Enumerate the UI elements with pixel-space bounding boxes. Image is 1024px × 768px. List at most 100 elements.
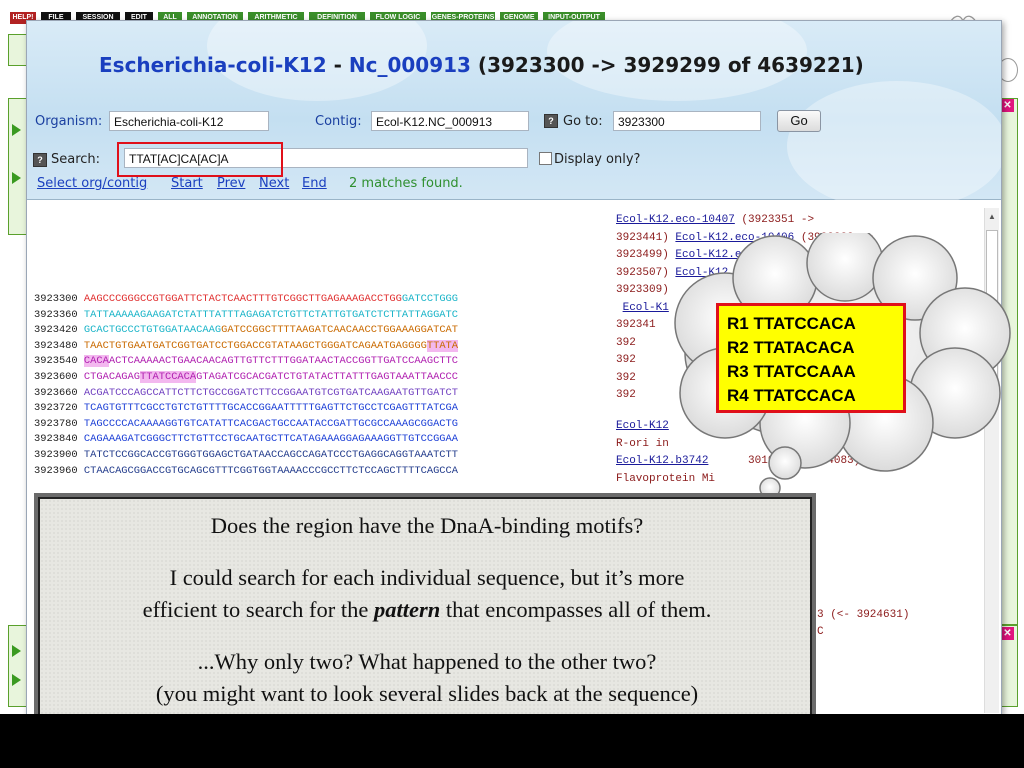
motif-match-highlight: CACA — [83, 355, 109, 368]
annotation-text: 392 — [616, 389, 636, 401]
match-count: 2 matches found. — [349, 176, 463, 191]
sequence-position: 3923900 — [34, 448, 84, 461]
sequence-segment: AAGCCCGGGC — [83, 293, 147, 305]
expand-arrow-icon[interactable] — [12, 645, 21, 657]
title-range: (3923300 -> 3929299 of 4639221) — [470, 53, 864, 77]
next-link[interactable]: Next — [259, 176, 289, 191]
contig-field[interactable]: Ecol-K12.NC_000913 — [371, 111, 529, 131]
prev-link[interactable]: Prev — [217, 176, 245, 191]
sequence-segment: ACTCAAAAACTGAACAACAGTTGTTCTTTGGATAACTACC… — [108, 355, 459, 368]
sequence-segment: CGTGGATTCTACTCAACTTTGTCGGCTTGAGAAAGACCTG… — [146, 293, 402, 305]
motif-match-highlight: TTATA — [426, 339, 459, 352]
annotation-text — [616, 302, 623, 314]
question-line: Does the region have the DnaA-binding mo… — [210, 513, 644, 538]
select-org-link[interactable]: Select org/contig — [37, 176, 147, 191]
sequence-position: 3923960 — [34, 464, 84, 477]
question-line: efficient to search for the pattern that… — [40, 597, 814, 623]
close-icon[interactable]: ✕ — [1001, 99, 1014, 112]
sequence-segment: CAGAAAGATCGGGCTTCTGTTCCTGCAATGCTTCATAGAA… — [83, 433, 459, 446]
sequence-segment: GTAGATCGCACGATCTGTATACTTATTTGAGTAAATTAAC… — [196, 370, 459, 383]
annotation-text: 392 — [616, 354, 636, 366]
organism-label: Organism: — [35, 114, 103, 129]
sequence-segment: GATCCGGCTTTTAAGATCAACAACCTGGAAAGGATCAT — [221, 324, 459, 337]
title-contig: Nc_000913 — [348, 53, 471, 77]
go-button[interactable]: Go — [777, 110, 821, 132]
sequence-position: 3923720 — [34, 402, 84, 415]
sequence-row: 3923900 TATCTCCGGCACCGTGGGTGGAGCTGATAACC… — [34, 448, 458, 464]
sequence-row: 3923840 CAGAAAGATCGGGCTTCTGTTCCTGCAATGCT… — [34, 432, 458, 448]
sequence-position: 3923300 — [34, 293, 84, 305]
start-link[interactable]: Start — [171, 176, 203, 191]
sequence-segment: TAGCCCCACAAAAGGTGTCATATTCACGACTGCCAATACC… — [83, 417, 459, 430]
scroll-up-icon[interactable]: ▲ — [988, 212, 996, 221]
menubar: HELP! FILE SESSION EDIT ALL ANNOTATION ARITHME… — [0, 0, 1024, 24]
sequence-block: 3923300 AAGCCCGGGCCGTGGATTCTACTCAACTTTGT… — [34, 292, 459, 480]
sequence-row: 3923780 TAGCCCCACAAAAGGTGTCATATTCACGACTG… — [34, 417, 458, 433]
expand-arrow-icon[interactable] — [12, 124, 21, 136]
sequence-row: 3923720 TCAGTGTTTCGCCTGTCTGTTTTGCACCGGAA… — [34, 401, 458, 417]
sequence-segment: GCACTGCCCTGTGGATAACAAG — [83, 324, 222, 337]
sequence-segment: CTAACAGCGGACCGTGCAGCGTTTCGGTGGTAAAACCCGC… — [83, 464, 459, 477]
sequence-row: 3923480 TAACTGTGAATGATCGGTGATCCTGGACCGTA… — [34, 339, 459, 355]
sequence-row: 3923360 TATTAAAAAGAAGATCTATTTATTTAGAGATC… — [34, 308, 458, 324]
sequence-row: 3923660 ACGATCCCAGCCATTCTTCTGCCGGATCTTCC… — [34, 386, 458, 402]
expand-arrow-icon[interactable] — [12, 674, 21, 686]
goto-label: Go to: — [563, 114, 603, 129]
sequence-segment: TATCTCCGGCACCGTGGGTGGAGCTGATAACCAGCCAGAT… — [83, 448, 459, 461]
sequence-position: 3923420 — [34, 324, 84, 337]
question-text: that encompasses all of them. — [440, 597, 712, 622]
annotation-text: (3923351 -> — [734, 214, 815, 226]
window-header: Escherichia-coli-K12 - Nc_000913 (392330… — [27, 21, 1001, 211]
sequence-segment: GATCCTGGG — [401, 293, 459, 305]
title-organism: Escherichia-coli-K12 — [99, 53, 327, 77]
annotation-line: Ecol-K12.eco-10407 (3923351 -> — [616, 212, 873, 230]
question-line: I could search for each individual seque… — [169, 565, 685, 590]
motif-match-highlight: TTATCCACA — [140, 370, 197, 383]
question-line: (you might want to look several slides b… — [155, 681, 699, 706]
sequence-segment: ACGATCCCAGCCATTCTTCTGCCGGATCTTCCGGAATGTC… — [83, 386, 459, 399]
organism-field[interactable]: Escherichia-coli-K12 — [109, 111, 269, 131]
annotation-text: 392 — [616, 336, 636, 349]
sequence-row: 3923420 GCACTGCCCTGTGGATAACAAGGATCCGGCTT… — [34, 323, 458, 339]
motif-r4: R4 TTATCCACA — [727, 386, 856, 405]
page-title: Escherichia-coli-K12 - Nc_000913 (392330… — [99, 53, 864, 77]
motif-r3: R3 TTATCCAAA — [727, 362, 856, 381]
sequence-position: 3923480 — [34, 339, 84, 352]
sequence-position: 3923600 — [34, 370, 84, 383]
motif-list: R1 TTATCCACA R2 TTATACACA R3 TTATCCAAA R… — [716, 303, 906, 413]
sequence-segment: CTGACAGAG — [83, 370, 141, 383]
motif-r1: R1 TTATCCACA — [727, 314, 856, 333]
pattern-emphasis: pattern — [373, 597, 441, 622]
sequence-row: 3923960 CTAACAGCGGACCGTGCAGCGTTTCGGTGGTA… — [34, 464, 458, 480]
help-icon[interactable]: ? — [33, 153, 47, 167]
end-link[interactable]: End — [302, 176, 327, 191]
sequence-segment: TAACTGTGAATGATCGGTGATCCTGGACCGTATAAGCTGG… — [83, 339, 427, 352]
sequence-segment: TCAGTGTTTCGCCTGTCTGTTTTGCACCGGAATTTTTGAG… — [83, 402, 459, 415]
question-text: efficient to search for the — [142, 597, 374, 622]
gene-link[interactable]: Ecol-K12.eco-10407 — [616, 214, 735, 226]
question-line: ...Why only two? What happened to the ot… — [197, 649, 657, 674]
sequence-position: 3923660 — [34, 386, 84, 399]
title-separator: - — [326, 53, 349, 77]
sequence-position: 3923540 — [34, 355, 84, 368]
question-panel: Does the region have the DnaA-binding mo… — [34, 493, 816, 733]
contig-label: Contig: — [315, 114, 362, 129]
annotation-fragment: 3 (<- 3924631) — [817, 609, 910, 621]
goto-field[interactable]: 3923300 — [613, 111, 761, 131]
bottom-black-bar — [0, 714, 1024, 768]
help-icon[interactable]: ? — [544, 114, 558, 128]
display-only-checkbox[interactable] — [539, 152, 552, 165]
sequence-position: 3923360 — [34, 308, 84, 321]
sequence-row: 3923540 CACAACTCAAAAACTGAACAACAGTTGTTCTT… — [34, 354, 458, 370]
header-decoration — [787, 81, 1001, 211]
expand-arrow-icon[interactable] — [12, 172, 21, 184]
search-label: Search: — [51, 152, 101, 167]
sequence-position: 3923780 — [34, 417, 84, 430]
close-icon[interactable]: ✕ — [1001, 627, 1014, 640]
sequence-row: 3923600 CTGACAGAGTTATCCACAGTAGATCGCACGAT… — [34, 370, 458, 386]
search-highlight-box — [117, 142, 283, 177]
display-only-label: Display only? — [554, 152, 641, 167]
annotation-text: 392341 — [616, 319, 656, 331]
sequence-row: 3923300 AAGCCCGGGCCGTGGATTCTACTCAACTTTGT… — [34, 292, 458, 308]
motif-r2: R2 TTATACACA — [727, 338, 855, 357]
